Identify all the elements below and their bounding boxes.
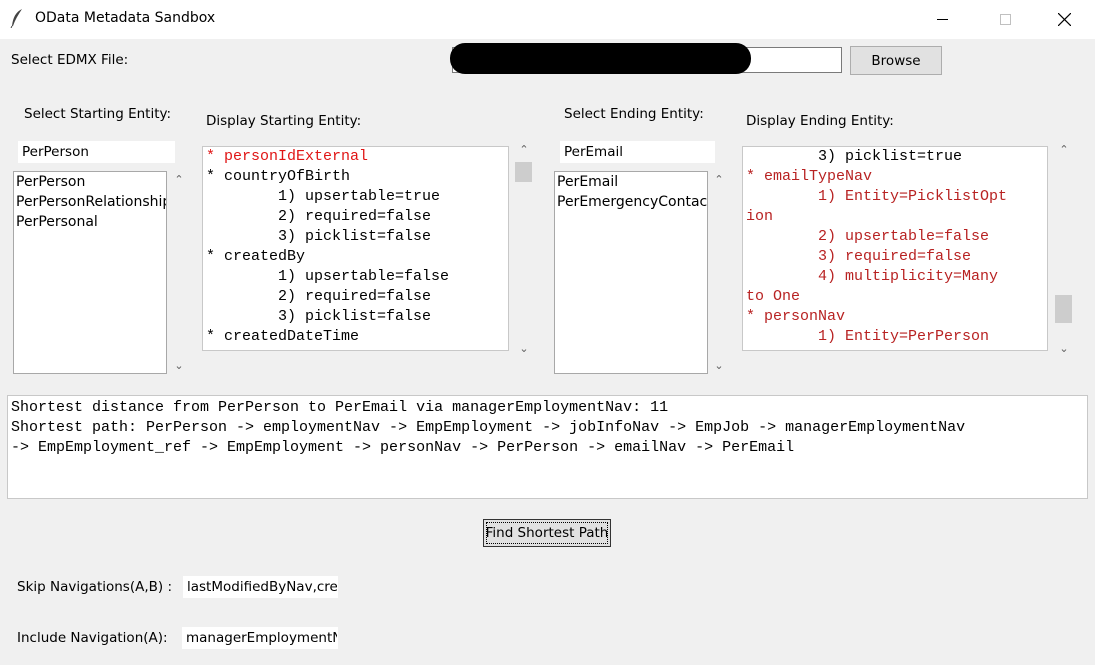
entity-property-line: * createdBy	[206, 248, 306, 265]
title-bar: OData Metadata Sandbox	[0, 0, 1095, 39]
ending-entity-display[interactable]: 3) picklist=true * emailTypeNav 1) Entit…	[742, 146, 1048, 351]
list-item[interactable]: PerEmergencyContact:	[555, 192, 707, 212]
scrollbar-thumb[interactable]	[1055, 295, 1072, 323]
find-shortest-path-label: Find Shortest Path	[485, 525, 609, 541]
shortest-path-output[interactable]: Shortest distance from PerPerson to PerE…	[7, 395, 1088, 499]
entity-property-line: 1) upsertable=false	[206, 268, 450, 285]
entity-property-line: ion	[746, 208, 774, 225]
entity-property-line: * emailTypeNav	[746, 168, 873, 185]
entity-property-line: 3) picklist=false	[206, 308, 432, 325]
browse-button-label: Browse	[871, 52, 921, 69]
list-item[interactable]: PerEmail	[555, 172, 707, 192]
scroll-up-icon[interactable]: ⌃	[169, 173, 189, 186]
entity-property-line: * personNav	[746, 308, 846, 325]
include-navigation-label: Include Navigation(A):	[17, 630, 168, 646]
list-item[interactable]: PerPersonRelationship	[14, 192, 166, 212]
close-icon	[1057, 13, 1071, 26]
entity-property-line: * personIdExternal	[206, 148, 369, 165]
starting-listbox-scrollbar[interactable]: ⌃ ⌄	[169, 171, 189, 374]
display-ending-entity-label: Display Ending Entity:	[746, 113, 894, 129]
window-title: OData Metadata Sandbox	[35, 10, 216, 26]
entity-property-line: 2) required=false	[206, 288, 432, 305]
minimize-icon	[936, 19, 948, 20]
entity-property-line: 1) upsertable=true	[206, 188, 441, 205]
starting-entity-search-input[interactable]: PerPerson	[18, 141, 175, 163]
entity-property-line: 3) picklist=false	[206, 228, 432, 245]
entity-property-line: 2) upsertable=false	[746, 228, 990, 245]
list-item[interactable]: PerPerson	[14, 172, 166, 192]
find-shortest-path-button[interactable]: Find Shortest Path	[483, 519, 611, 547]
entity-property-line: 2) required=false	[206, 208, 432, 225]
output-line: Shortest path: PerPerson -> employmentNa…	[11, 419, 966, 436]
ending-entity-search-input[interactable]: PerEmail	[560, 141, 715, 163]
scroll-up-icon[interactable]: ⌃	[1052, 143, 1076, 156]
display-starting-entity-label: Display Starting Entity:	[206, 113, 362, 129]
output-line: -> EmpEmployment_ref -> EmpEmployment ->…	[11, 439, 795, 456]
ending-display-scrollbar[interactable]: ⌃ ⌄	[1052, 140, 1076, 358]
feather-app-icon	[10, 9, 22, 28]
scroll-down-icon[interactable]: ⌄	[169, 359, 189, 372]
select-starting-entity-label: Select Starting Entity:	[24, 106, 172, 122]
scroll-down-icon[interactable]: ⌄	[709, 359, 729, 372]
scroll-down-icon[interactable]: ⌄	[1052, 342, 1076, 355]
entity-property-line: 4) multiplicity=Many	[746, 268, 999, 285]
scrollbar-thumb[interactable]	[515, 162, 532, 182]
entity-property-line: 1) Entity=PerPerson	[746, 328, 990, 345]
entity-property-line: * createdDateTime	[206, 328, 360, 345]
starting-entity-listbox[interactable]: PerPerson PerPersonRelationship PerPerso…	[13, 171, 167, 374]
maximize-icon	[999, 14, 1011, 25]
select-edmx-label: Select EDMX File:	[11, 52, 129, 68]
starting-entity-display[interactable]: * personIdExternal * countryOfBirth 1) u…	[202, 146, 509, 351]
skip-navigations-input[interactable]: lastModifiedByNav,crea	[183, 576, 338, 598]
skip-navigations-label: Skip Navigations(A,B) :	[17, 579, 173, 595]
entity-property-line: to One	[746, 288, 801, 305]
select-ending-entity-label: Select Ending Entity:	[564, 106, 704, 122]
entity-property-line: 3) picklist=true	[746, 148, 963, 165]
starting-display-scrollbar[interactable]: ⌃ ⌄	[512, 140, 536, 358]
redacted-path-overlay	[450, 43, 751, 74]
edmx-file-field[interactable]	[450, 43, 842, 74]
maximize-button[interactable]	[982, 0, 1028, 39]
close-button[interactable]	[1041, 0, 1087, 39]
minimize-button[interactable]	[919, 0, 965, 39]
scroll-up-icon[interactable]: ⌃	[709, 173, 729, 186]
list-item[interactable]: PerPersonal	[14, 212, 166, 232]
include-navigation-input[interactable]: managerEmploymentN	[182, 627, 338, 649]
scroll-up-icon[interactable]: ⌃	[512, 143, 536, 156]
browse-button[interactable]: Browse	[850, 46, 942, 75]
ending-entity-listbox[interactable]: PerEmail PerEmergencyContact:	[554, 171, 708, 374]
entity-property-line: 3) required=false	[746, 248, 972, 265]
scroll-down-icon[interactable]: ⌄	[512, 342, 536, 355]
entity-property-line: 1) Entity=PicklistOpt	[746, 188, 1008, 205]
output-line: Shortest distance from PerPerson to PerE…	[11, 399, 669, 416]
entity-property-line: * countryOfBirth	[206, 168, 351, 185]
ending-listbox-scrollbar[interactable]: ⌃ ⌄	[709, 171, 729, 374]
